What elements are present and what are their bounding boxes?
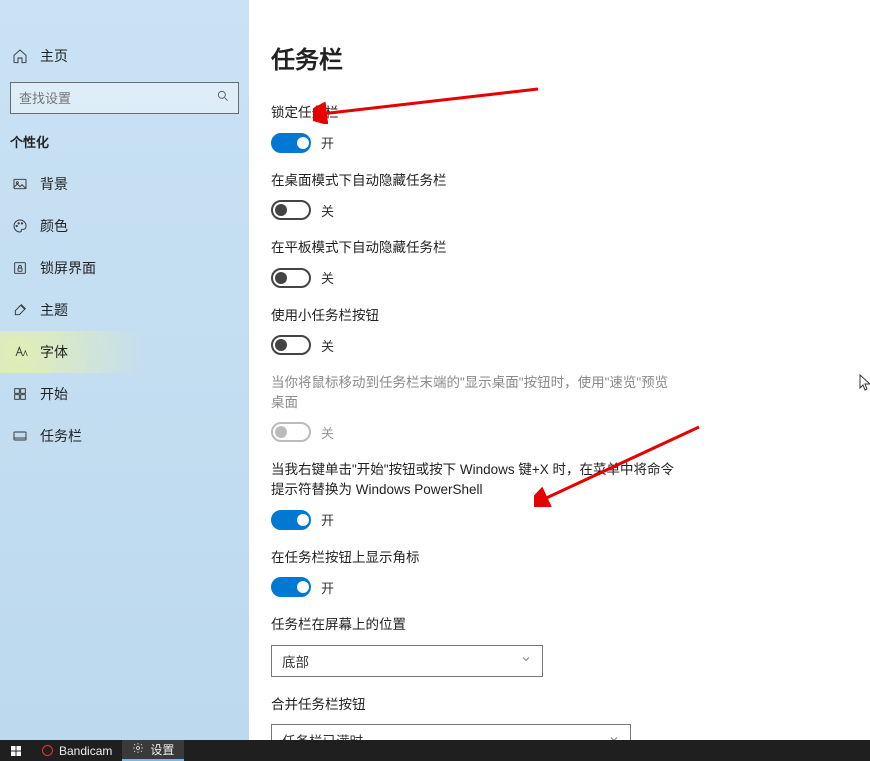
home-label: 主页 bbox=[40, 46, 68, 66]
setting-label-small-buttons: 使用小任务栏按钮 bbox=[271, 306, 681, 326]
sidebar-item-colors[interactable]: 颜色 bbox=[0, 205, 249, 247]
search-box[interactable] bbox=[10, 82, 239, 114]
sidebar-item-label: 字体 bbox=[40, 342, 68, 362]
setting-label-badges: 在任务栏按钮上显示角标 bbox=[271, 548, 681, 568]
gear-icon bbox=[132, 742, 144, 757]
toggle-state-text: 关 bbox=[321, 268, 334, 287]
sidebar: 主页 个性化 背景 颜色 锁屏界面 主题 字体 开始 任务栏 bbox=[0, 0, 249, 740]
record-icon bbox=[42, 745, 53, 756]
setting-label-position: 任务栏在屏幕上的位置 bbox=[271, 615, 681, 635]
brush-icon bbox=[12, 302, 28, 318]
chevron-down-icon bbox=[608, 733, 620, 740]
toggle-small-buttons[interactable] bbox=[271, 335, 311, 355]
dropdown-value: 任务栏已满时 bbox=[282, 730, 363, 740]
start-button[interactable] bbox=[0, 740, 32, 761]
sidebar-item-label: 锁屏界面 bbox=[40, 258, 96, 278]
toggle-badges[interactable] bbox=[271, 577, 311, 597]
section-title: 个性化 bbox=[0, 128, 249, 163]
setting-label-combine: 合并任务栏按钮 bbox=[271, 695, 681, 715]
sidebar-item-start[interactable]: 开始 bbox=[0, 373, 249, 415]
toggle-state-text: 开 bbox=[321, 578, 334, 597]
sidebar-item-label: 开始 bbox=[40, 384, 68, 404]
sidebar-item-label: 任务栏 bbox=[40, 426, 82, 446]
sidebar-item-label: 颜色 bbox=[40, 216, 68, 236]
taskbar-icon bbox=[12, 428, 28, 444]
toggle-autohide-tablet[interactable] bbox=[271, 268, 311, 288]
search-icon bbox=[216, 89, 230, 108]
sidebar-item-lockscreen[interactable]: 锁屏界面 bbox=[0, 247, 249, 289]
taskbar-item-label: Bandicam bbox=[59, 744, 112, 758]
toggle-lock-taskbar[interactable] bbox=[271, 133, 311, 153]
dropdown-combine[interactable]: 任务栏已满时 bbox=[271, 724, 631, 740]
toggle-state-text: 关 bbox=[321, 201, 334, 220]
sidebar-item-label: 主题 bbox=[40, 300, 68, 320]
picture-icon bbox=[12, 176, 28, 192]
toggle-state-text: 关 bbox=[321, 423, 334, 442]
palette-icon bbox=[12, 218, 28, 234]
setting-label-peek: 当你将鼠标移动到任务栏末端的"显示桌面"按钮时，使用"速览"预览桌面 bbox=[271, 373, 681, 412]
toggle-autohide-desktop[interactable] bbox=[271, 200, 311, 220]
sidebar-item-fonts[interactable]: 字体 bbox=[0, 331, 249, 373]
page-title: 任务栏 bbox=[271, 40, 870, 75]
dropdown-value: 底部 bbox=[282, 651, 309, 671]
setting-label-autohide-tablet: 在平板模式下自动隐藏任务栏 bbox=[271, 238, 681, 258]
chevron-down-icon bbox=[520, 653, 532, 668]
toggle-state-text: 开 bbox=[321, 510, 334, 529]
toggle-powershell[interactable] bbox=[271, 510, 311, 530]
taskbar-item-label: 设置 bbox=[150, 741, 174, 758]
setting-label-powershell: 当我右键单击"开始"按钮或按下 Windows 键+X 时，在菜单中将命令提示符… bbox=[271, 460, 681, 499]
toggle-state-text: 关 bbox=[321, 336, 334, 355]
search-input[interactable] bbox=[19, 91, 216, 106]
system-taskbar: Bandicam 设置 bbox=[0, 740, 870, 761]
sidebar-item-themes[interactable]: 主题 bbox=[0, 289, 249, 331]
start-icon bbox=[12, 386, 28, 402]
dropdown-position[interactable]: 底部 bbox=[271, 645, 543, 677]
font-icon bbox=[12, 344, 28, 360]
sidebar-item-background[interactable]: 背景 bbox=[0, 163, 249, 205]
sidebar-item-taskbar[interactable]: 任务栏 bbox=[0, 415, 249, 457]
home-link[interactable]: 主页 bbox=[0, 38, 249, 74]
taskbar-item-bandicam[interactable]: Bandicam bbox=[32, 740, 122, 761]
content-area: 任务栏 锁定任务栏 开 在桌面模式下自动隐藏任务栏 关 在平板模式下自动隐藏任务… bbox=[249, 0, 870, 740]
setting-label-lock: 锁定任务栏 bbox=[271, 103, 681, 123]
lockscreen-icon bbox=[12, 260, 28, 276]
toggle-state-text: 开 bbox=[321, 133, 334, 152]
home-icon bbox=[12, 48, 28, 64]
setting-label-autohide-desktop: 在桌面模式下自动隐藏任务栏 bbox=[271, 171, 681, 191]
toggle-peek bbox=[271, 422, 311, 442]
taskbar-item-settings[interactable]: 设置 bbox=[122, 740, 184, 761]
sidebar-item-label: 背景 bbox=[40, 174, 68, 194]
